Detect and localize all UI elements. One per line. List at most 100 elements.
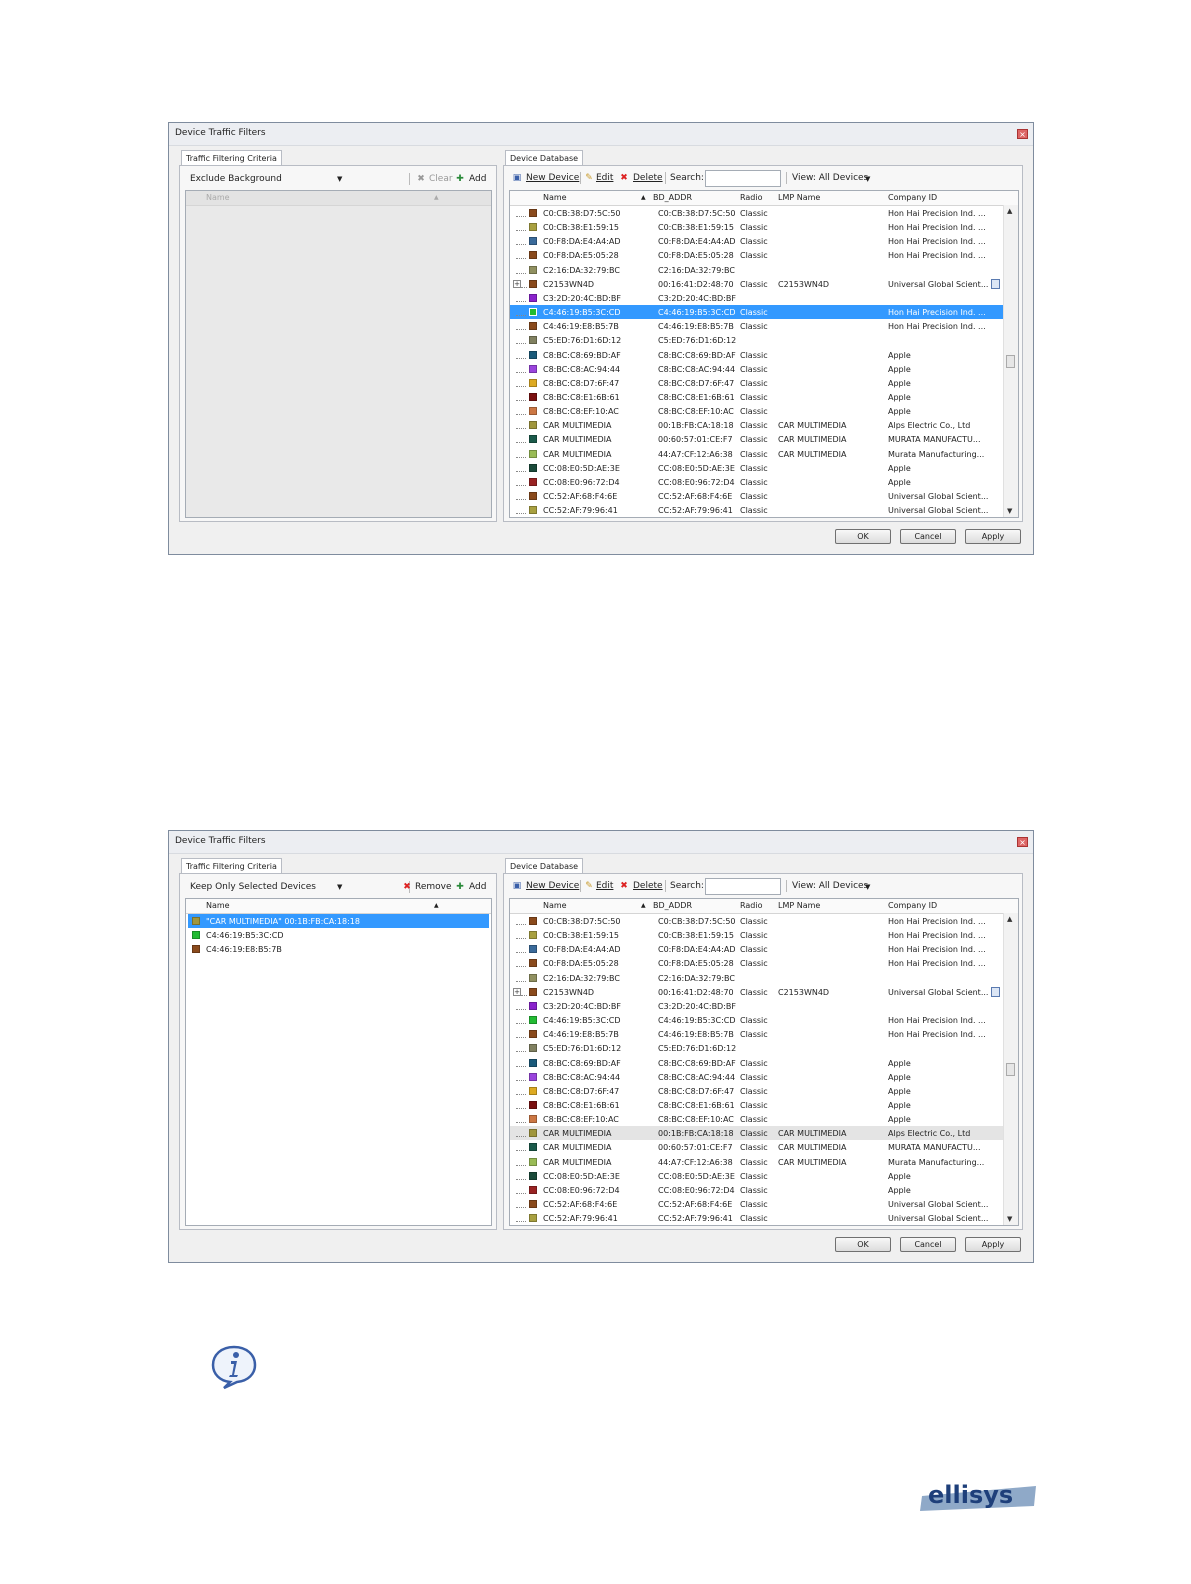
- table-row[interactable]: C5:ED:76:D1:6D:12 C5:ED:76:D1:6D:12: [510, 1041, 1004, 1055]
- tab-traffic-filtering-criteria[interactable]: Traffic Filtering Criteria: [181, 150, 282, 166]
- table-row[interactable]: CC:08:E0:5D:AE:3E CC:08:E0:5D:AE:3E Classi…: [510, 1169, 1004, 1183]
- close-button[interactable]: ×: [1017, 837, 1028, 847]
- table-row[interactable]: C4:46:19:B5:3C:CD C4:46:19:B5:3C:CD Classi…: [510, 1013, 1004, 1027]
- ok-button[interactable]: OK: [835, 529, 891, 544]
- notes-icon[interactable]: [991, 986, 1000, 997]
- criteria-device-list[interactable]: Name ▲ "CAR MULTIMEDIA" 00:1B:FB:CA:18:18 C…: [185, 898, 492, 1226]
- table-row[interactable]: CAR MULTIMEDIA 00:1B:FB:CA:18:18 Classic CA…: [510, 1126, 1004, 1141]
- edit-button[interactable]: Edit: [596, 881, 613, 891]
- table-row[interactable]: C4:46:19:E8:B5:7B C4:46:19:E8:B5:7B Classi…: [510, 1027, 1004, 1041]
- table-row[interactable]: CAR MULTIMEDIA 00:1B:FB:CA:18:18 Classic CA…: [510, 418, 1004, 432]
- table-row[interactable]: CAR MULTIMEDIA 00:60:57:01:CE:F7 Classic CA…: [510, 432, 1004, 446]
- list-item[interactable]: C4:46:19:B5:3C:CD: [188, 928, 489, 942]
- close-button[interactable]: ×: [1017, 129, 1028, 139]
- criteria-device-list[interactable]: Name ▲: [185, 190, 492, 518]
- table-row[interactable]: C8:BC:C8:69:BD:AF C8:BC:C8:69:BD:AF Classi…: [510, 1056, 1004, 1070]
- scroll-up-icon[interactable]: ▲: [1007, 915, 1012, 923]
- table-row[interactable]: C8:BC:C8:EF:10:AC C8:BC:C8:EF:10:AC Classi…: [510, 1112, 1004, 1126]
- table-row[interactable]: CAR MULTIMEDIA 44:A7:CF:12:A6:38 Classic CA…: [510, 1155, 1004, 1169]
- column-header-name[interactable]: Name: [543, 901, 567, 910]
- table-row[interactable]: CC:52:AF:68:F4:6E CC:52:AF:68:F4:6E Classi…: [510, 489, 1004, 503]
- column-header-radio[interactable]: Radio: [740, 901, 762, 910]
- criteria-dropdown[interactable]: Keep Only Selected Devices: [190, 882, 316, 892]
- table-row[interactable]: C3:2D:20:4C:BD:BF C3:2D:20:4C:BD:BF: [510, 999, 1004, 1013]
- chevron-down-icon[interactable]: ▼: [865, 883, 870, 891]
- table-row[interactable]: C2:16:DA:32:79:BC C2:16:DA:32:79:BC: [510, 971, 1004, 985]
- edit-button[interactable]: Edit: [596, 173, 613, 183]
- chevron-down-icon[interactable]: ▼: [865, 175, 870, 183]
- table-row[interactable]: C8:BC:C8:D7:6F:47 C8:BC:C8:D7:6F:47 Classi…: [510, 376, 1004, 390]
- add-button[interactable]: Add: [469, 174, 486, 184]
- column-header-lmp-name[interactable]: LMP Name: [778, 193, 820, 202]
- criteria-dropdown[interactable]: Exclude Background: [190, 174, 282, 184]
- table-row[interactable]: CC:08:E0:96:72:D4 CC:08:E0:96:72:D4 Classi…: [510, 1183, 1004, 1197]
- tab-device-database[interactable]: Device Database: [505, 858, 584, 874]
- new-device-button[interactable]: New Device: [526, 173, 579, 183]
- table-row[interactable]: C5:ED:76:D1:6D:12 C5:ED:76:D1:6D:12: [510, 333, 1004, 347]
- column-header-bd-addr[interactable]: BD_ADDR: [653, 901, 692, 910]
- vertical-scrollbar[interactable]: ▲ ▼: [1003, 205, 1018, 517]
- table-row[interactable]: C0:F8:DA:E5:05:28 C0:F8:DA:E5:05:28 Classi…: [510, 956, 1004, 970]
- table-row[interactable]: C3:2D:20:4C:BD:BF C3:2D:20:4C:BD:BF: [510, 291, 1004, 305]
- expand-icon[interactable]: +: [513, 987, 521, 996]
- apply-button[interactable]: Apply: [965, 1237, 1021, 1252]
- delete-button[interactable]: Delete: [633, 173, 663, 183]
- table-row[interactable]: CAR MULTIMEDIA 44:A7:CF:12:A6:38 Classic CA…: [510, 447, 1004, 461]
- notes-icon[interactable]: [991, 278, 1000, 289]
- table-row[interactable]: C8:BC:C8:E1:6B:61 C8:BC:C8:E1:6B:61 Classi…: [510, 390, 1004, 404]
- tab-device-database[interactable]: Device Database: [505, 150, 584, 166]
- table-row[interactable]: C0:F8:DA:E5:05:28 C0:F8:DA:E5:05:28 Classi…: [510, 248, 1004, 262]
- table-row[interactable]: CAR MULTIMEDIA 00:60:57:01:CE:F7 Classic CA…: [510, 1140, 1004, 1154]
- search-input[interactable]: [705, 878, 781, 895]
- table-row[interactable]: C8:BC:C8:D7:6F:47 C8:BC:C8:D7:6F:47 Classi…: [510, 1084, 1004, 1098]
- column-header-lmp-name[interactable]: LMP Name: [778, 901, 820, 910]
- cancel-button[interactable]: Cancel: [900, 529, 956, 544]
- table-row[interactable]: C8:BC:C8:69:BD:AF C8:BC:C8:69:BD:AF Classi…: [510, 348, 1004, 362]
- scroll-down-icon[interactable]: ▼: [1007, 1215, 1012, 1223]
- column-header-name[interactable]: Name: [206, 901, 230, 910]
- column-header-name[interactable]: Name: [206, 193, 230, 202]
- column-header-name[interactable]: Name: [543, 193, 567, 202]
- table-row[interactable]: C0:CB:38:D7:5C:50 C0:CB:38:D7:5C:50 Classi…: [510, 206, 1004, 220]
- table-row[interactable]: C0:F8:DA:E4:A4:AD C0:F8:DA:E4:A4:AD Classi…: [510, 942, 1004, 956]
- table-row[interactable]: CC:52:AF:79:96:41 CC:52:AF:79:96:41 Classi…: [510, 503, 1004, 517]
- remove-button[interactable]: Remove: [415, 882, 452, 892]
- table-row[interactable]: C8:BC:C8:AC:94:44 C8:BC:C8:AC:94:44 Classi…: [510, 1070, 1004, 1084]
- table-row[interactable]: C0:F8:DA:E4:A4:AD C0:F8:DA:E4:A4:AD Classi…: [510, 234, 1004, 248]
- column-header-company-id[interactable]: Company ID: [888, 193, 937, 202]
- expand-icon[interactable]: +: [513, 279, 521, 288]
- table-row[interactable]: C2:16:DA:32:79:BC C2:16:DA:32:79:BC: [510, 263, 1004, 277]
- search-input[interactable]: [705, 170, 781, 187]
- table-row[interactable]: CC:08:E0:5D:AE:3E CC:08:E0:5D:AE:3E Classi…: [510, 461, 1004, 475]
- table-row[interactable]: C4:46:19:B5:3C:CD C4:46:19:B5:3C:CD Classi…: [510, 305, 1004, 320]
- table-row[interactable]: C0:CB:38:E1:59:15 C0:CB:38:E1:59:15 Classi…: [510, 928, 1004, 942]
- view-filter-dropdown[interactable]: View: All Devices: [792, 881, 868, 891]
- ok-button[interactable]: OK: [835, 1237, 891, 1252]
- table-row[interactable]: CC:08:E0:96:72:D4 CC:08:E0:96:72:D4 Classi…: [510, 475, 1004, 489]
- list-item[interactable]: "CAR MULTIMEDIA" 00:1B:FB:CA:18:18: [188, 914, 489, 928]
- apply-button[interactable]: Apply: [965, 529, 1021, 544]
- column-header-bd-addr[interactable]: BD_ADDR: [653, 193, 692, 202]
- view-filter-dropdown[interactable]: View: All Devices: [792, 173, 868, 183]
- table-row[interactable]: C0:CB:38:D7:5C:50 C0:CB:38:D7:5C:50 Classi…: [510, 914, 1004, 928]
- clear-button[interactable]: Clear: [429, 174, 453, 184]
- table-row[interactable]: C8:BC:C8:EF:10:AC C8:BC:C8:EF:10:AC Classi…: [510, 404, 1004, 418]
- new-device-button[interactable]: New Device: [526, 881, 579, 891]
- table-row[interactable]: C8:BC:C8:E1:6B:61 C8:BC:C8:E1:6B:61 Classi…: [510, 1098, 1004, 1112]
- chevron-down-icon[interactable]: ▼: [337, 175, 342, 183]
- list-item[interactable]: C4:46:19:E8:B5:7B: [188, 942, 489, 956]
- table-row[interactable]: CC:52:AF:68:F4:6E CC:52:AF:68:F4:6E Classi…: [510, 1197, 1004, 1211]
- table-row[interactable]: CC:52:AF:79:96:41 CC:52:AF:79:96:41 Classi…: [510, 1211, 1004, 1225]
- column-header-company-id[interactable]: Company ID: [888, 901, 937, 910]
- table-row[interactable]: + C2153WN4D 00:16:41:D2:48:70 Classic C2153W…: [510, 277, 1004, 291]
- delete-button[interactable]: Delete: [633, 881, 663, 891]
- table-row[interactable]: C8:BC:C8:AC:94:44 C8:BC:C8:AC:94:44 Classi…: [510, 362, 1004, 376]
- table-row[interactable]: C0:CB:38:E1:59:15 C0:CB:38:E1:59:15 Classi…: [510, 220, 1004, 234]
- table-row[interactable]: + C2153WN4D 00:16:41:D2:48:70 Classic C2153W…: [510, 985, 1004, 999]
- scroll-up-icon[interactable]: ▲: [1007, 207, 1012, 215]
- vertical-scrollbar[interactable]: ▲ ▼: [1003, 913, 1018, 1225]
- device-table[interactable]: Name BD_ADDR Radio LMP Name Company ID ▲ C0:CB…: [509, 898, 1019, 1226]
- column-header-radio[interactable]: Radio: [740, 193, 762, 202]
- scroll-thumb[interactable]: [1006, 1063, 1015, 1076]
- add-button[interactable]: Add: [469, 882, 486, 892]
